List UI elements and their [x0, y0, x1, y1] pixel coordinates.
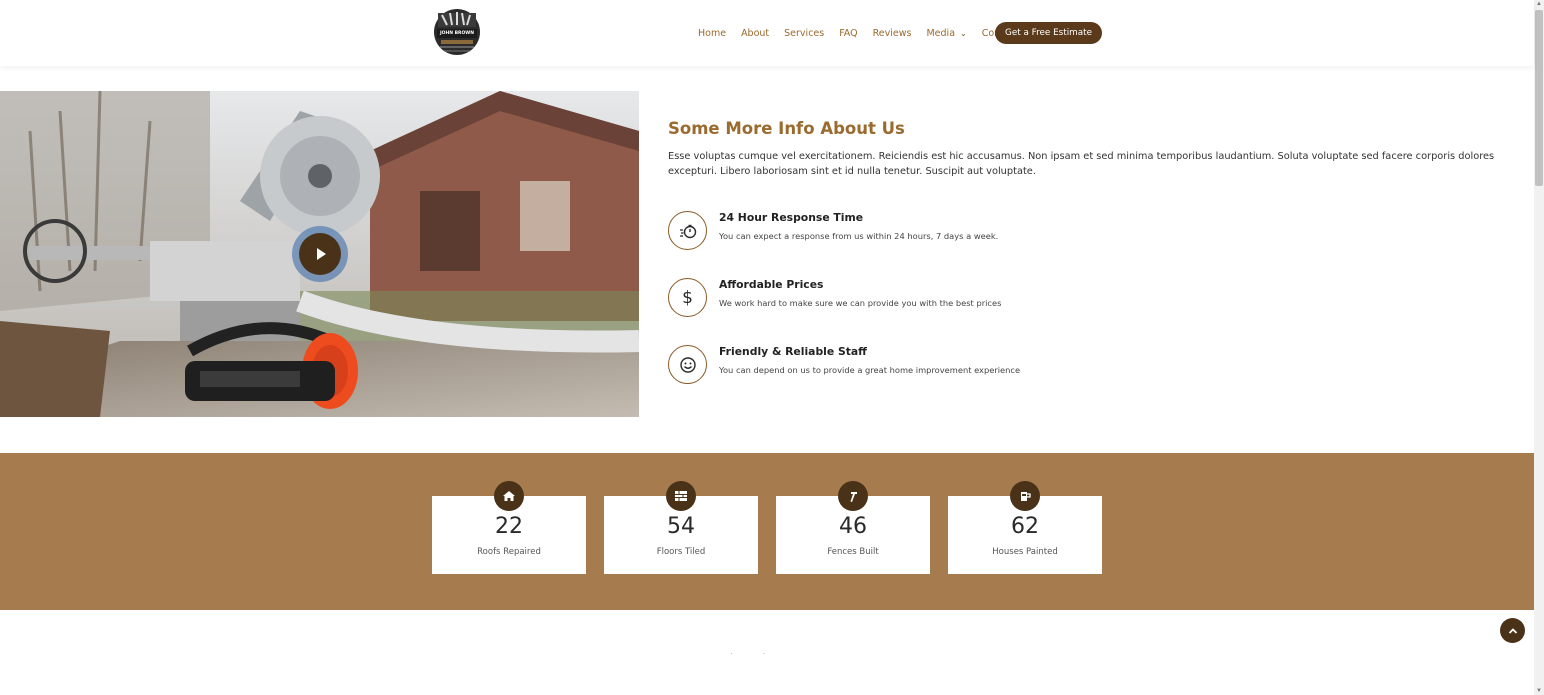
scroll-down-arrow-icon[interactable]: ▼ [1535, 687, 1543, 695]
feature-title: Friendly & Reliable Staff [719, 345, 867, 358]
nav-media[interactable]: Media ⌄ [926, 28, 966, 39]
stats-band: 22 Roofs Repaired 54 Floors Tiled 46 Fen… [0, 453, 1534, 610]
stat-number: 22 [495, 514, 523, 539]
stat-label: Fences Built [827, 547, 879, 557]
about-text: Esse voluptas cumque vel exercitationem.… [668, 151, 1495, 177]
logo-text: JOHN BROWN [439, 31, 475, 36]
stopwatch-icon [668, 211, 707, 250]
about-video-thumbnail [0, 91, 639, 417]
play-button-inner [299, 233, 341, 275]
feature-desc: We work hard to make sure we can provide… [719, 298, 1002, 308]
smiley-icon [668, 345, 707, 384]
nav-services[interactable]: Services [784, 28, 824, 39]
scrollbar-thumb[interactable] [1535, 10, 1543, 186]
stat-number: 46 [839, 514, 867, 539]
feature-affordable-prices: $ Affordable Prices We work hard to make… [668, 278, 1268, 318]
section-divider-dots: ·· [730, 649, 796, 658]
stat-label: Floors Tiled [656, 547, 706, 557]
hammer-icon [838, 481, 868, 511]
play-icon [317, 248, 326, 260]
stat-number: 54 [667, 514, 695, 539]
feature-friendly-staff: Friendly & Reliable Staff You can depend… [668, 345, 1268, 385]
company-logo[interactable]: JOHN BROWN [432, 7, 482, 57]
nav-about-label: About [741, 27, 770, 39]
nav-faq[interactable]: FAQ [839, 28, 857, 39]
stat-number: 62 [1011, 514, 1039, 539]
nav-services-label: Services [784, 27, 825, 39]
chevron-down-icon: ⌄ [960, 28, 967, 38]
feature-title: 24 Hour Response Time [719, 211, 864, 224]
feature-desc: You can expect a response from us within… [719, 231, 999, 241]
nav-about[interactable]: About [741, 28, 769, 39]
about-title: Some More Info About Us [668, 119, 905, 138]
scroll-up-arrow-icon[interactable]: ▲ [1535, 0, 1543, 8]
nav-home[interactable]: Home [698, 28, 726, 39]
home-icon [494, 481, 524, 511]
play-video-button[interactable] [292, 226, 348, 282]
nav-faq-label: FAQ [839, 27, 858, 39]
site-header: JOHN BROWN Home About Services FAQ Revie… [0, 0, 1534, 66]
dollar-icon: $ [668, 278, 707, 317]
page-scrollbar[interactable]: ▲ ▼ [1534, 0, 1544, 695]
feature-title: Affordable Prices [719, 278, 824, 291]
feature-response-time: 24 Hour Response Time You can expect a r… [668, 211, 1268, 251]
nav-reviews-label: Reviews [872, 27, 912, 39]
nav-reviews[interactable]: Reviews [873, 28, 912, 39]
back-to-top-button[interactable] [1500, 618, 1525, 643]
paint-bucket-icon [1010, 481, 1040, 511]
stat-label: Houses Painted [992, 547, 1058, 557]
nav-media-label: Media [926, 27, 956, 39]
page: JOHN BROWN Home About Services FAQ Revie… [0, 0, 1544, 695]
nav-home-label: Home [698, 27, 727, 39]
main-nav: Home About Services FAQ Reviews Media⌄ C… [698, 22, 1034, 44]
tiles-icon [666, 481, 696, 511]
free-estimate-button[interactable]: Get a Free Estimate [995, 22, 1102, 44]
stat-label: Roofs Repaired [477, 547, 541, 557]
chevron-up-icon [1508, 627, 1517, 634]
feature-desc: You can depend on us to provide a great … [719, 365, 1021, 375]
